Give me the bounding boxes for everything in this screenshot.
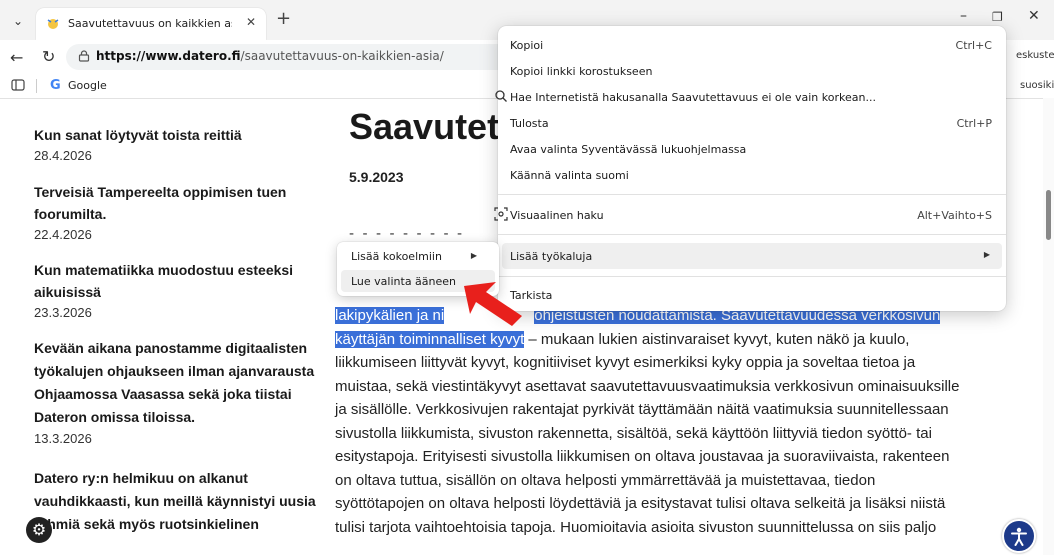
accessibility-figure-icon — [1011, 527, 1027, 546]
post-date: 13.3.2026 — [34, 431, 92, 446]
url-field[interactable]: https://www.datero.fi/saavutettavuus-on-… — [66, 44, 516, 70]
context-menu: Kopioi Ctrl+C Kopioi linkki korostukseen… — [494, 26, 1006, 311]
post-date: 28.4.2026 — [34, 148, 92, 163]
body-line: ja sisällölle. Verkkosivujen rakentajat … — [335, 401, 949, 418]
list-item[interactable]: Kun matematiikka muodostuu esteeksi aiku… — [34, 259, 324, 323]
menu-item-immersive-reader[interactable]: Avaa valinta Syventävässä lukuohjelmassa — [502, 136, 1002, 162]
article-title: Saavutett — [349, 106, 512, 147]
submenu-label: Lisää kokoelmiin — [351, 250, 442, 263]
menu-shortcut: Ctrl+P — [956, 117, 992, 130]
bookmark-divider — [36, 79, 37, 93]
favorites-clipped-label[interactable]: suosikit — [1020, 80, 1054, 91]
favicon-icon — [47, 19, 59, 29]
scroll-thumb[interactable] — [1046, 190, 1051, 240]
menu-label: Kopioi — [510, 39, 544, 52]
post-title[interactable]: Datero ry:n helmikuu on alkanut vauhdikk… — [34, 467, 324, 536]
window-close-icon[interactable]: ✕ — [1028, 8, 1040, 24]
menu-label: Hae Internetistä hakusanalla Saavutettav… — [510, 91, 876, 104]
url-host: https://www.datero.fi — [96, 49, 241, 63]
submenu-arrow-icon: ▶ — [983, 250, 990, 259]
back-arrow-icon[interactable]: ← — [10, 48, 23, 67]
body-line: liikkumiseen liittyvät kyvyt, kognitiivi… — [335, 354, 916, 371]
google-icon[interactable]: G — [50, 78, 61, 93]
post-title[interactable]: Terveisiä Tampereelta oppimisen tuen foo… — [34, 181, 304, 225]
body-line: esitystapoja. Erityisesti sivustolla lii… — [335, 448, 950, 465]
recent-posts-list: Kun sanat löytyvät toista reittiä 28.4.2… — [34, 110, 324, 536]
site-info-icon[interactable] — [78, 50, 90, 62]
menu-label: Visuaalinen haku — [510, 209, 604, 222]
submenu-arrow-icon: ▶ — [470, 251, 477, 260]
body-line: käyttäjän toiminnalliset kyvyt – mukaan … — [335, 328, 1035, 352]
toolbar-clipped-label[interactable]: eskustelu — [1016, 50, 1054, 61]
menu-label: Kopioi linkki korostukseen — [510, 65, 653, 78]
list-item[interactable]: Terveisiä Tampereelta oppimisen tuen foo… — [34, 181, 324, 245]
menu-item-translate[interactable]: Käännä valinta suomi — [502, 162, 1002, 188]
article-date: 5.9.2023 — [349, 169, 404, 185]
reload-icon[interactable]: ↻ — [42, 47, 55, 66]
post-title[interactable]: Kun matematiikka muodostuu esteeksi aiku… — [34, 259, 309, 303]
menu-label: Tulosta — [510, 117, 549, 130]
post-date: 23.3.2026 — [34, 305, 92, 320]
page-scrollbar[interactable] — [1043, 98, 1054, 555]
menu-item-print[interactable]: Tulosta Ctrl+P — [502, 110, 1002, 136]
menu-item-copy-link[interactable]: Kopioi linkki korostukseen — [502, 58, 1002, 84]
accessibility-icon[interactable] — [1002, 519, 1036, 553]
tab-active[interactable]: Saavutettavuus on kaikkien asia. - ✕ — [36, 8, 266, 40]
submenu-label: Lue valinta ääneen — [351, 275, 457, 288]
post-date: 22.4.2026 — [34, 227, 92, 242]
red-pointer-arrow-icon — [464, 282, 522, 326]
menu-divider — [498, 234, 1006, 235]
body-line: sivustolla liikkumista, sivuston rakenne… — [335, 424, 932, 442]
menu-label: Lisää työkaluja — [510, 250, 593, 263]
menu-item-visual-search[interactable]: Visuaalinen haku Alt+Vaihto+S — [494, 202, 1002, 228]
tab-list-chevron-icon[interactable]: ⌄ — [8, 11, 28, 31]
visual-search-icon — [494, 207, 508, 221]
menu-shortcut: Alt+Vaihto+S — [917, 209, 992, 222]
list-item[interactable]: Kevään aikana panostamme digitaalisten t… — [34, 337, 324, 449]
menu-label: Käännä valinta suomi — [510, 169, 629, 182]
body-text-fragment: – mukaan lukien aistinvaraiset kyvyt, ku… — [524, 330, 910, 348]
body-line: muistaa, sekä viestintäkyvyt asettavat s… — [335, 377, 960, 395]
submenu-item-add-to-collections[interactable]: Lisää kokoelmiin ▶ — [341, 245, 495, 267]
post-title[interactable]: Kevään aikana panostamme digitaalisten t… — [34, 337, 324, 429]
menu-label: Avaa valinta Syventävässä lukuohjelmassa — [510, 143, 747, 156]
menu-item-more-tools[interactable]: Lisää työkaluja ▶ — [502, 243, 1002, 269]
menu-shortcut: Ctrl+C — [955, 39, 992, 52]
new-tab-plus-icon[interactable]: + — [276, 8, 291, 29]
selected-text: lakipykälien ja ni — [335, 307, 445, 324]
body-line: tulisi tarjota vaihtoehtoisia tapoja. Hu… — [335, 518, 937, 536]
settings-gear-icon[interactable]: ⚙ — [26, 517, 52, 543]
body-line: syöttötapojen on oltava helposti löydett… — [335, 495, 946, 512]
bookmark-google[interactable]: Google — [68, 79, 107, 92]
post-title[interactable]: Kun sanat löytyvät toista reittiä — [34, 124, 324, 146]
list-item[interactable]: Datero ry:n helmikuu on alkanut vauhdikk… — [34, 467, 324, 536]
menu-item-inspect[interactable]: Tarkista — [502, 282, 1002, 308]
url-path: /saavutettavuus-on-kaikkien-asia/ — [240, 49, 444, 63]
menu-item-copy[interactable]: Kopioi Ctrl+C — [502, 32, 1002, 58]
tab-title: Saavutettavuus on kaikkien asia. - — [68, 17, 232, 30]
selected-text: käyttäjän toiminnalliset kyvyt — [335, 330, 525, 348]
tab-close-icon[interactable]: ✕ — [246, 15, 256, 29]
menu-divider — [498, 194, 1006, 195]
minimize-icon[interactable]: – — [960, 8, 967, 24]
url-text: https://www.datero.fi/saavutettavuus-on-… — [96, 49, 444, 63]
clipped-text-line: - - - - - - - - - — [349, 226, 465, 242]
body-line: on oltava tuttua, sisällön on oltava hel… — [335, 471, 876, 489]
sidebar-toggle-icon[interactable] — [11, 79, 25, 91]
menu-divider — [498, 276, 1006, 277]
restore-icon[interactable]: ❐ — [992, 10, 1003, 24]
search-icon — [495, 90, 507, 102]
list-item[interactable]: Kun sanat löytyvät toista reittiä 28.4.2… — [34, 124, 324, 166]
article-body: lakipykälien ja ni ohjeistusten noudattam… — [335, 304, 1035, 539]
menu-item-search-web[interactable]: Hae Internetistä hakusanalla Saavutettav… — [495, 84, 1002, 110]
